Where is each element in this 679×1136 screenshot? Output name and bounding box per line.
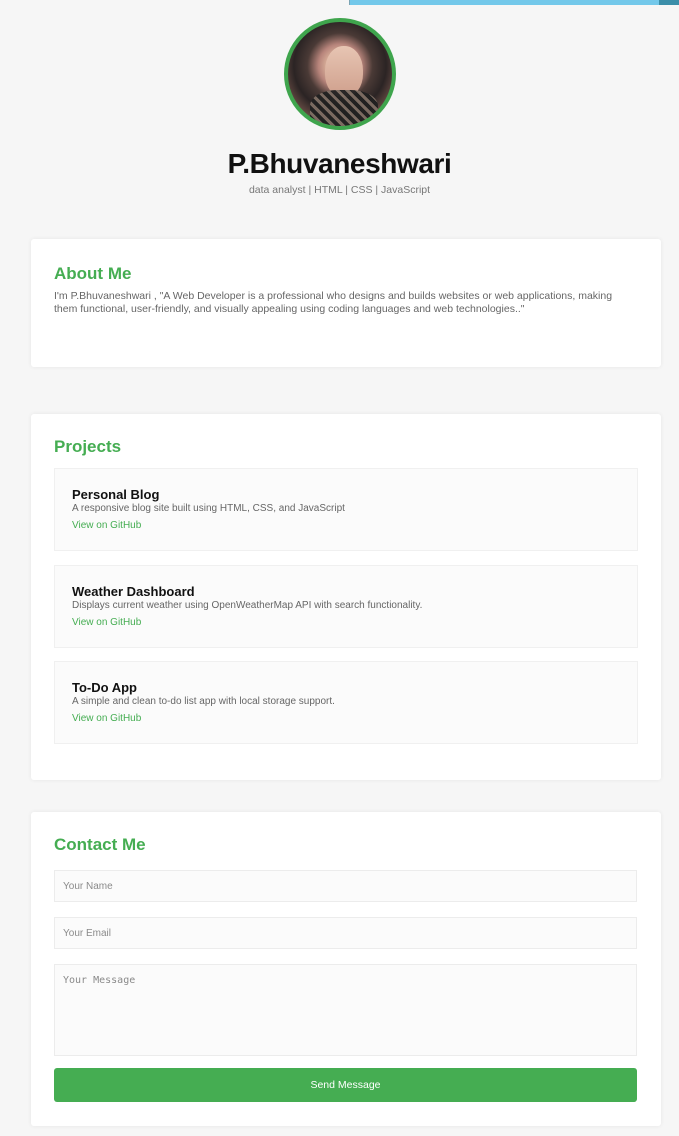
project-card-personal-blog: Personal Blog A responsive blog site bui… [54, 468, 638, 551]
email-input[interactable] [54, 917, 637, 949]
profile-avatar [283, 18, 396, 130]
project-description: A simple and clean to-do list app with l… [72, 696, 335, 707]
contact-title: Contact Me [54, 835, 146, 854]
project-github-link[interactable]: View on GitHub [72, 713, 141, 725]
project-title: Personal Blog [72, 487, 160, 502]
profile-header: P.Bhuvaneshwari data analyst | HTML | CS… [0, 18, 679, 197]
project-description: Displays current weather using OpenWeath… [72, 600, 423, 611]
about-text: I'm P.Bhuvaneshwari , "A Web Developer i… [54, 290, 613, 315]
project-title: Weather Dashboard [72, 584, 195, 599]
avatar-scarf [309, 90, 378, 126]
project-card-weather-dashboard: Weather Dashboard Displays current weath… [54, 565, 638, 648]
message-textarea[interactable] [54, 964, 637, 1056]
top-progress-bar [0, 0, 679, 6]
profile-subtitle: data analyst | HTML | CSS | JavaScript [248, 184, 431, 196]
project-github-link[interactable]: View on GitHub [72, 520, 141, 532]
project-card-todo-app: To-Do App A simple and clean to-do list … [54, 661, 638, 744]
about-section: About Me I'm P.Bhuvaneshwari , "A Web De… [31, 239, 661, 367]
project-title: To-Do App [72, 680, 137, 695]
profile-name: P.Bhuvaneshwari [227, 148, 452, 179]
send-message-button[interactable]: Send Message [54, 1068, 637, 1102]
top-progress-end [659, 0, 679, 5]
name-input[interactable] [54, 870, 637, 902]
portfolio-page: P.Bhuvaneshwari data analyst | HTML | CS… [0, 0, 679, 1136]
top-progress-highlight [349, 0, 660, 5]
project-description: A responsive blog site built using HTML,… [72, 503, 345, 514]
project-github-link[interactable]: View on GitHub [72, 617, 141, 629]
about-title: About Me [54, 264, 132, 283]
projects-section: Projects Personal Blog A responsive blog… [31, 414, 661, 780]
contact-section: Contact Me Send Message [31, 812, 661, 1126]
projects-title: Projects [54, 437, 122, 456]
